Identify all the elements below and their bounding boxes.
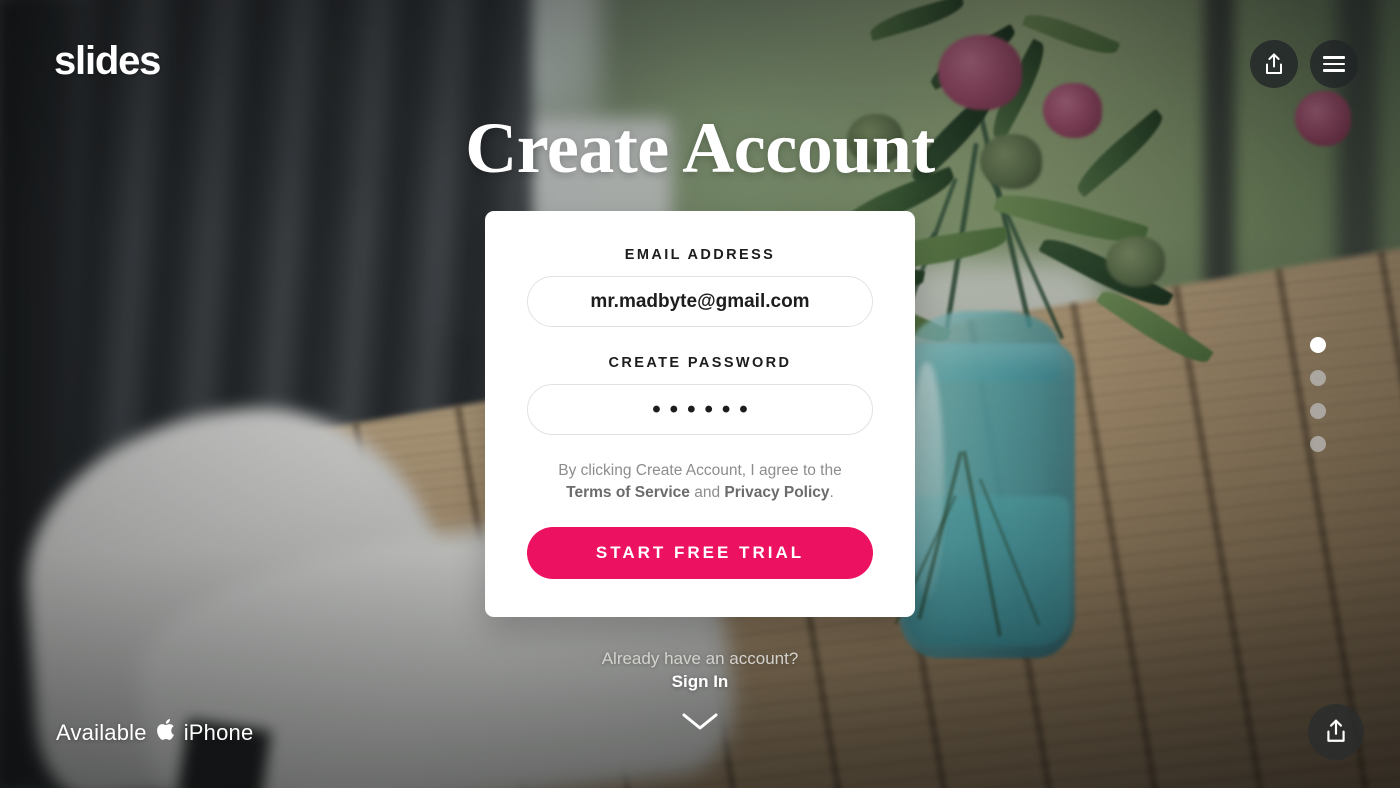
signup-card: EMAIL ADDRESS CREATE PASSWORD By clickin… bbox=[485, 211, 915, 617]
legal-prefix: By clicking Create Account, I agree to t… bbox=[558, 462, 842, 479]
pagination-dot-2[interactable] bbox=[1310, 370, 1326, 386]
password-input[interactable] bbox=[527, 384, 873, 435]
email-input[interactable] bbox=[527, 276, 873, 327]
signin-prompt: Already have an account? Sign In bbox=[0, 648, 1400, 694]
brand-logo[interactable]: slides bbox=[54, 41, 161, 81]
menu-button[interactable] bbox=[1310, 40, 1358, 88]
legal-suffix: . bbox=[829, 484, 834, 502]
legal-consent-text: By clicking Create Account, I agree to t… bbox=[527, 460, 873, 505]
password-label: CREATE PASSWORD bbox=[608, 355, 792, 371]
apple-logo-icon bbox=[156, 718, 175, 745]
availability-prefix: Available bbox=[56, 719, 147, 745]
scroll-down-button[interactable] bbox=[681, 712, 719, 737]
terms-of-service-link[interactable]: Terms of Service bbox=[566, 484, 690, 501]
page-title: Create Account bbox=[465, 108, 935, 188]
signup-screen: slides Create Account EMAIL ADDRESS CREA… bbox=[0, 0, 1400, 788]
availability-device: iPhone bbox=[183, 719, 254, 745]
floating-share-button[interactable] bbox=[1308, 704, 1364, 760]
share-upload-icon bbox=[1324, 718, 1348, 747]
hamburger-menu-icon bbox=[1323, 56, 1345, 72]
pagination-dot-1[interactable] bbox=[1310, 337, 1326, 353]
start-free-trial-button[interactable]: START FREE TRIAL bbox=[527, 526, 873, 579]
pagination-dot-4[interactable] bbox=[1310, 436, 1326, 452]
chevron-down-icon bbox=[681, 713, 719, 736]
privacy-policy-link[interactable]: Privacy Policy bbox=[724, 484, 829, 501]
availability-badge: Available iPhone bbox=[56, 719, 253, 746]
share-button[interactable] bbox=[1250, 40, 1298, 88]
sign-in-link[interactable]: Sign In bbox=[672, 671, 729, 694]
email-label: EMAIL ADDRESS bbox=[624, 247, 776, 263]
pagination-dot-3[interactable] bbox=[1310, 403, 1326, 419]
header-actions bbox=[1250, 40, 1358, 88]
share-upload-icon bbox=[1263, 52, 1285, 76]
slide-pagination bbox=[1310, 337, 1326, 452]
signin-question: Already have an account? bbox=[601, 649, 799, 668]
legal-conjunction: and bbox=[689, 484, 725, 502]
